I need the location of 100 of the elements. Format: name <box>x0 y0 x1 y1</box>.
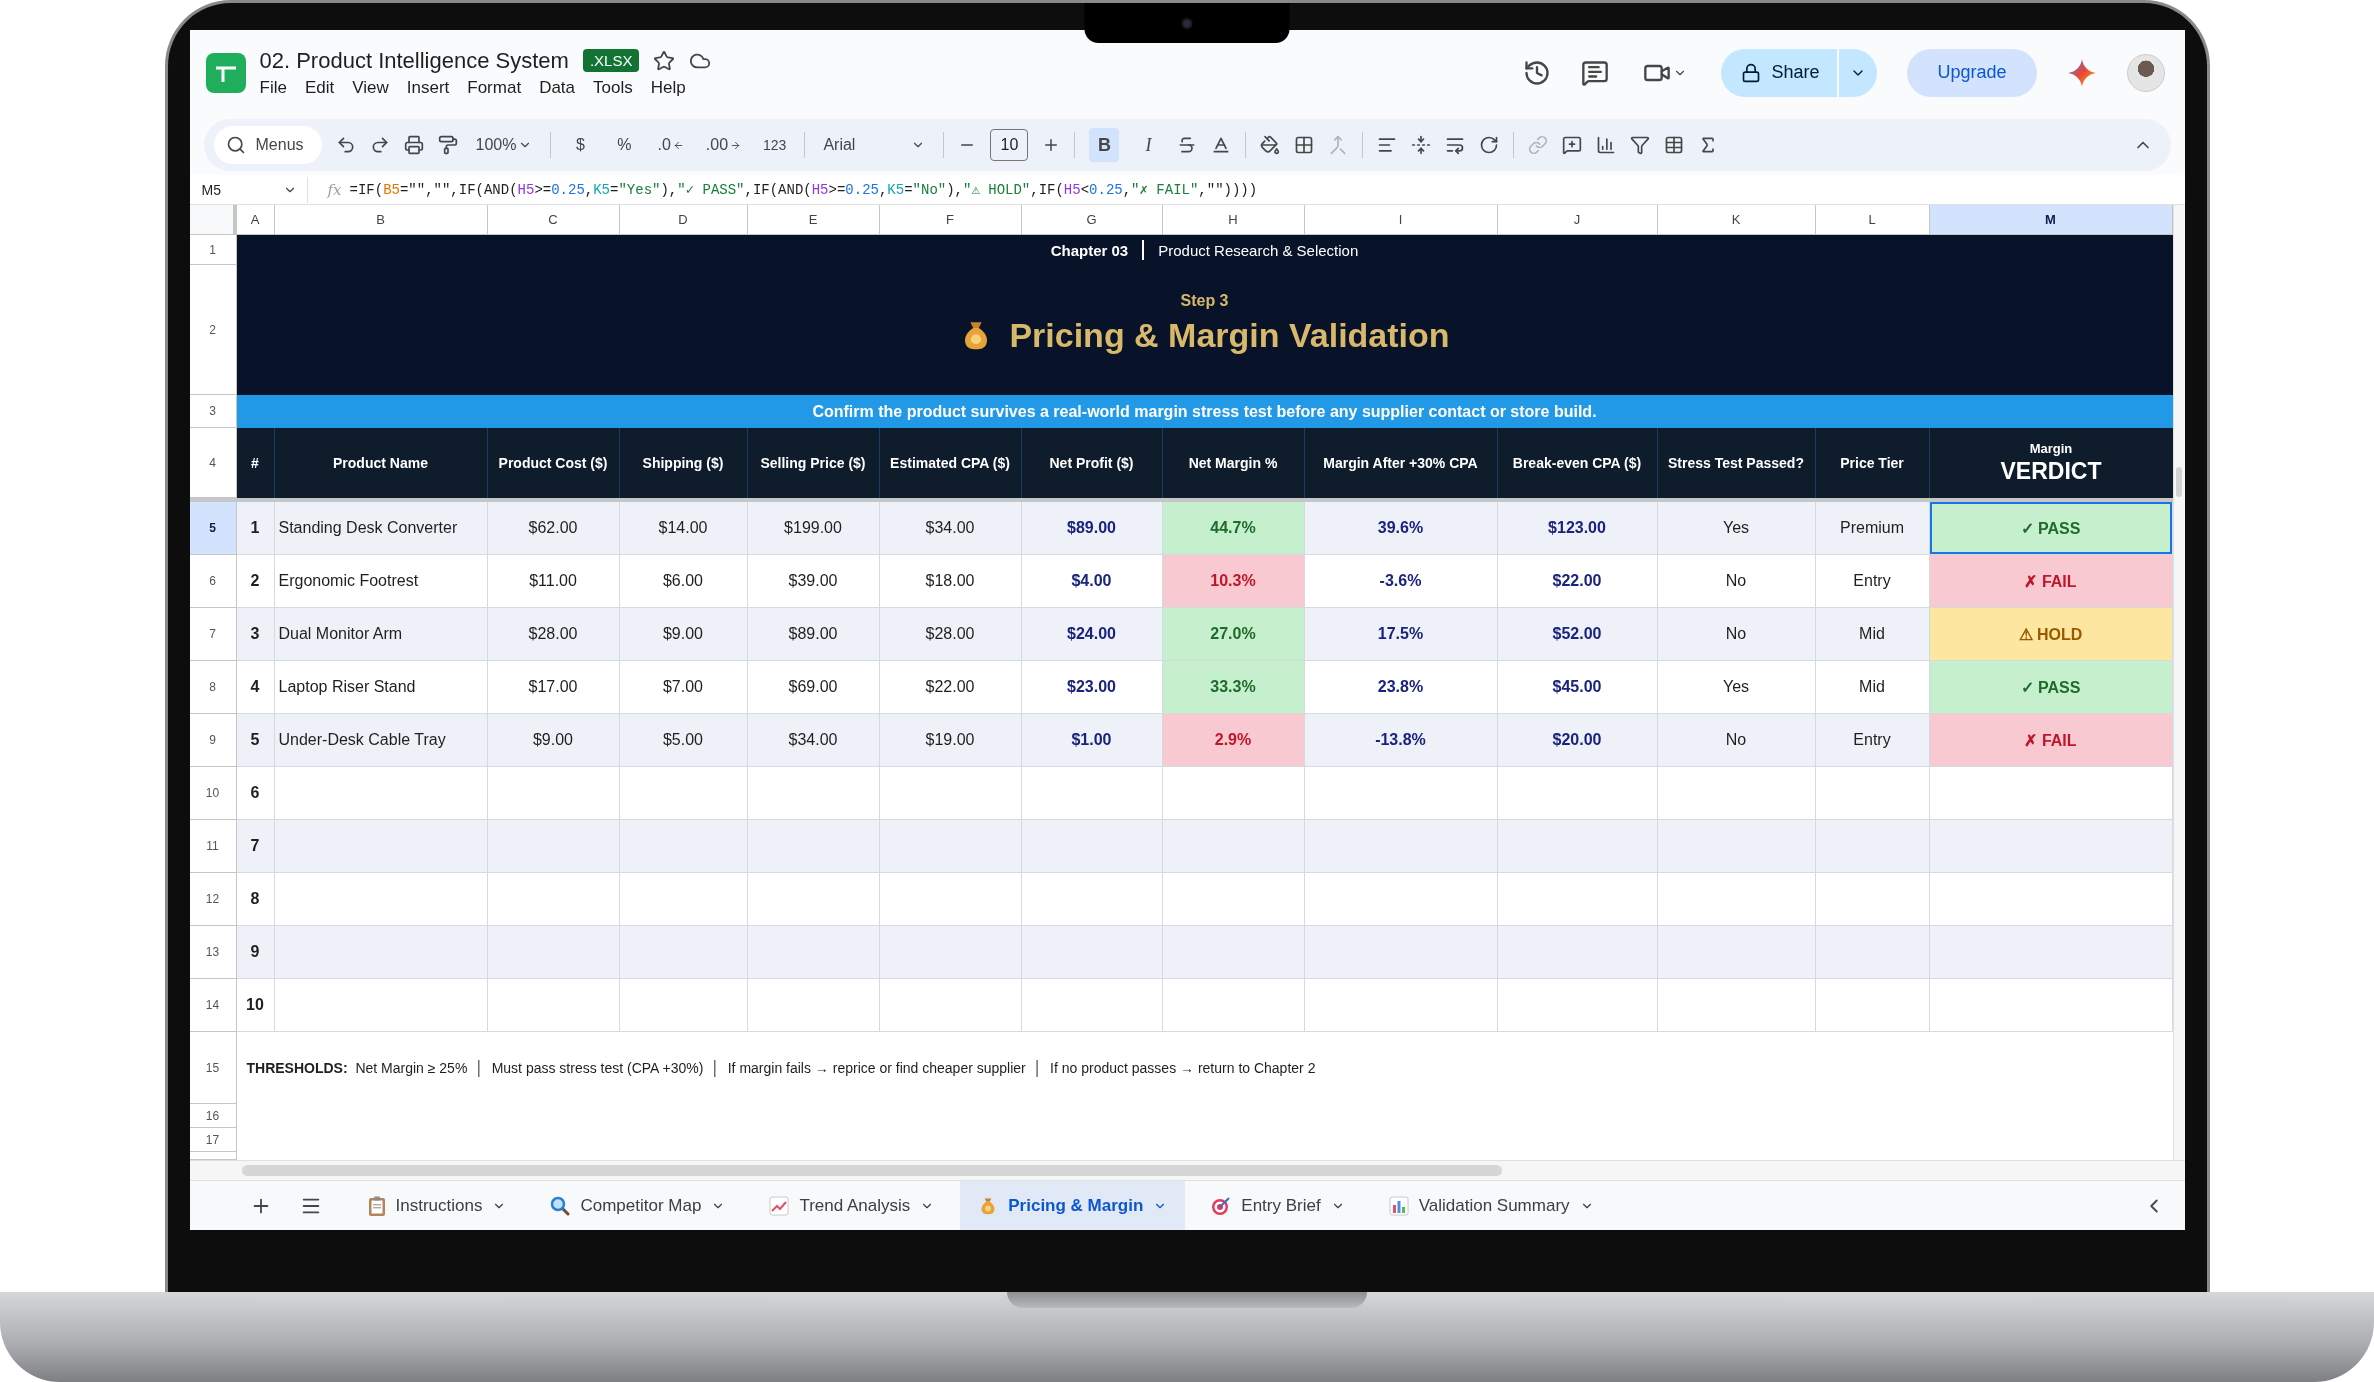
decrease-decimal-button[interactable]: .0 <box>653 128 688 162</box>
arrow-right-icon[interactable] <box>730 139 742 151</box>
row-number[interactable]: 13 <box>189 926 237 979</box>
sheet-tab[interactable]: Trend Analysis <box>751 1180 953 1230</box>
comment-icon[interactable] <box>1581 58 1610 87</box>
sheets-logo-icon[interactable] <box>205 52 246 93</box>
italic-button[interactable]: I <box>1133 128 1164 162</box>
menu-item[interactable]: Data <box>539 77 576 98</box>
number-format-button[interactable]: 123 <box>759 128 791 162</box>
document-title[interactable]: 02. Product Intelligence System <box>259 47 569 74</box>
undo-icon[interactable] <box>335 135 356 155</box>
column-header[interactable]: F <box>879 205 1022 235</box>
column-header[interactable]: G <box>1021 205 1163 235</box>
verdict-cell[interactable]: ✗ FAIL <box>1929 555 2173 608</box>
table-cell: $28.00 <box>879 608 1022 661</box>
borders-icon[interactable] <box>1294 135 1315 155</box>
column-header[interactable]: K <box>1657 205 1816 235</box>
column-header[interactable]: J <box>1497 205 1658 235</box>
menu-item[interactable]: Help <box>650 77 686 98</box>
zoom-dropdown[interactable]: 100% <box>471 128 537 162</box>
verdict-cell[interactable]: ✗ FAIL <box>1929 714 2173 767</box>
row-number[interactable]: 14 <box>189 979 237 1032</box>
margin-cell: 10.3% <box>1162 555 1305 608</box>
header-cell: Shipping ($) <box>619 428 748 498</box>
lock-icon[interactable] <box>1741 62 1762 83</box>
menu-item[interactable]: Tools <box>593 77 633 98</box>
percent-button[interactable]: % <box>609 128 640 162</box>
row-number[interactable]: 9 <box>189 714 237 767</box>
row-number[interactable]: 12 <box>189 873 237 926</box>
row-number[interactable]: 4 <box>189 428 237 498</box>
table-cell: $45.00 <box>1497 661 1658 714</box>
sheet-tab[interactable]: Validation Summary <box>1370 1180 1612 1230</box>
currency-button[interactable]: $ <box>565 128 596 162</box>
bold-button[interactable]: B <box>1089 128 1120 162</box>
column-header[interactable]: A <box>236 205 275 235</box>
column-header[interactable]: E <box>747 205 880 235</box>
font-size-field[interactable]: 10 <box>990 129 1029 161</box>
verdict-cell[interactable]: ✓ PASS <box>1929 661 2173 714</box>
upgrade-button[interactable]: Upgrade <box>1907 48 2037 97</box>
print-icon[interactable] <box>403 135 424 155</box>
row-number[interactable]: 17 <box>189 1128 237 1152</box>
formula-text[interactable]: =IF(B5="","",IF(AND(H5>=0.25,K5="Yes"),"✓ PASS",IF(AND(H5>=0.25,K5="No"),"⚠ HOLD",IF(H5<0.25,"✗ FAIL","")))) <box>349 181 1258 198</box>
rotate-icon[interactable] <box>1479 135 1500 155</box>
sheet-tab[interactable]: Pricing & Margin <box>960 1180 1186 1230</box>
increase-decimal-button[interactable]: .00 <box>701 128 746 162</box>
column-header[interactable]: L <box>1815 205 1930 235</box>
column-header[interactable]: B <box>274 205 488 235</box>
row-number[interactable]: 2 <box>189 265 237 395</box>
menu-item[interactable]: View <box>352 77 389 98</box>
menus-search[interactable]: Menus <box>213 126 322 164</box>
menu-item[interactable]: Format <box>467 77 522 98</box>
row-number[interactable]: 3 <box>189 395 237 428</box>
row-number[interactable]: 10 <box>189 767 237 820</box>
table-icon[interactable] <box>1664 135 1685 155</box>
font-dropdown[interactable]: Arial <box>819 128 930 162</box>
chart-icon[interactable] <box>1596 135 1617 155</box>
table-cell: $5.00 <box>619 714 748 767</box>
column-header[interactable]: H <box>1162 205 1305 235</box>
arrow-left-icon[interactable] <box>672 139 684 151</box>
avatar[interactable] <box>2126 53 2165 92</box>
share-button[interactable]: Share <box>1721 48 1838 97</box>
row-number[interactable]: 16 <box>189 1104 237 1128</box>
table-cell: 2 <box>236 555 275 608</box>
filter-icon[interactable] <box>1630 135 1651 155</box>
verdict-header: VERDICT <box>2000 458 2102 485</box>
select-all-corner[interactable] <box>189 205 237 235</box>
paint-format-icon[interactable] <box>437 135 458 155</box>
name-box[interactable]: M5 <box>189 176 308 203</box>
search-icon[interactable] <box>225 135 246 155</box>
row-number[interactable]: 7 <box>189 608 237 661</box>
verdict-cell[interactable]: ✓ PASS <box>1929 502 2173 555</box>
row-number[interactable]: 8 <box>189 661 237 714</box>
horizontal-scrollbar[interactable] <box>189 1160 2185 1180</box>
sheet-tab[interactable]: Entry Brief <box>1193 1180 1363 1230</box>
row-number[interactable]: 5 <box>189 502 237 555</box>
column-header[interactable]: I <box>1304 205 1498 235</box>
wrap-icon[interactable] <box>1445 135 1466 155</box>
row-number[interactable]: 15 <box>189 1032 237 1104</box>
sheet-tab[interactable]: Competitor Map <box>532 1180 744 1230</box>
align-icon[interactable] <box>1377 135 1398 155</box>
menu-item[interactable]: Insert <box>406 77 450 98</box>
row-number[interactable]: 1 <box>189 235 237 265</box>
verdict-cell[interactable]: ⚠ HOLD <box>1929 608 2173 661</box>
sheet-tab[interactable]: Instructions <box>349 1180 525 1230</box>
star-icon[interactable] <box>653 49 676 72</box>
table-cell: $4.00 <box>1021 555 1163 608</box>
add-comment-icon[interactable] <box>1562 135 1583 155</box>
row-number[interactable]: 11 <box>189 820 237 873</box>
row-number[interactable]: 6 <box>189 555 237 608</box>
column-header[interactable]: M <box>1929 205 2173 235</box>
history-icon[interactable] <box>1523 58 1552 87</box>
column-header[interactable]: D <box>619 205 748 235</box>
fill-color-icon[interactable] <box>1260 135 1281 155</box>
table-cell: 1 <box>236 502 275 555</box>
column-header[interactable]: C <box>487 205 620 235</box>
menu-item[interactable]: Edit <box>304 77 335 98</box>
vertical-align-icon[interactable] <box>1411 135 1432 155</box>
menu-item[interactable]: File <box>259 77 287 98</box>
table-cell: $28.00 <box>487 608 620 661</box>
table-cell: $24.00 <box>1021 608 1163 661</box>
